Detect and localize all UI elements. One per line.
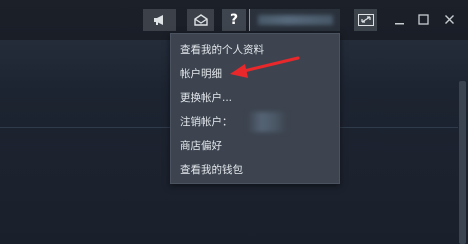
annotation-arrow (230, 56, 300, 78)
